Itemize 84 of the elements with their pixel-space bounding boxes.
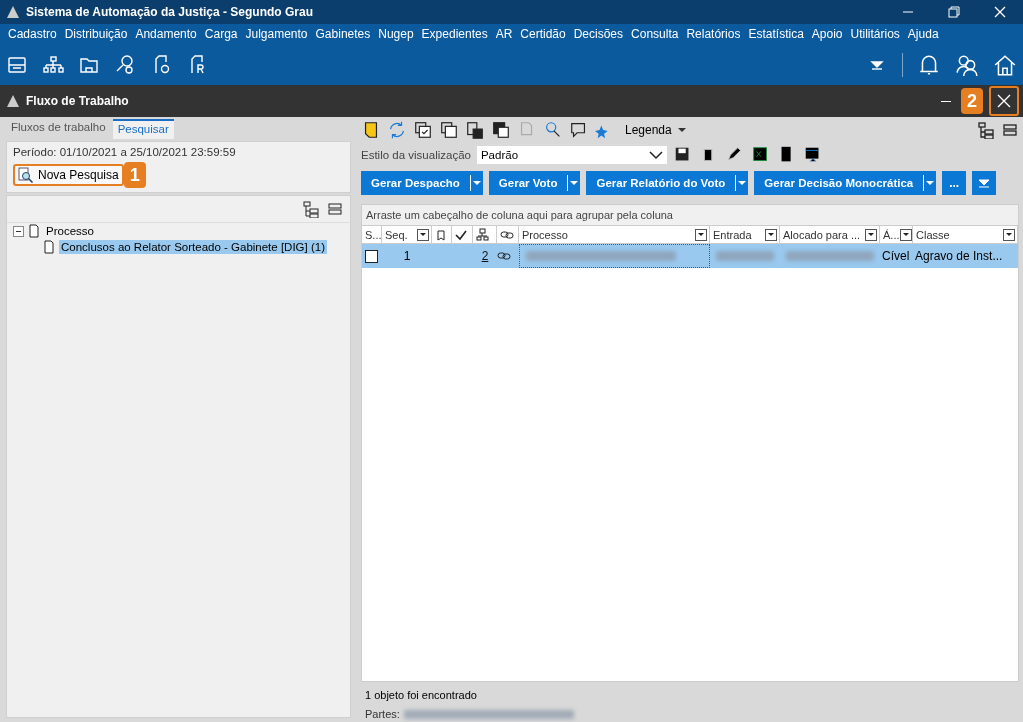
count-link[interactable]: 2	[473, 249, 497, 263]
action-button[interactable]: Gerar Relatório do Voto	[586, 171, 749, 195]
menu-item[interactable]: Certidão	[516, 27, 570, 41]
caret-icon[interactable]	[648, 150, 663, 160]
table-cell-text: Agravo de Inst...	[914, 249, 1004, 263]
tree-item[interactable]: Processo	[44, 224, 96, 238]
callout-badge: 2	[961, 88, 983, 114]
list-view-icon[interactable]	[1001, 121, 1019, 139]
close-icon	[997, 94, 1011, 108]
tab[interactable]: Pesquisar	[112, 119, 174, 139]
menu-item[interactable]: Julgamento	[241, 27, 312, 41]
period-text: Período: 01/10/2021 a 25/10/2021 23:59:59	[13, 146, 237, 158]
new-search-button[interactable]: Nova Pesquisa	[13, 164, 124, 186]
column-header[interactable]: Á...	[883, 228, 900, 241]
filter-button[interactable]	[417, 228, 429, 241]
menu-item[interactable]: Nugep	[374, 27, 418, 41]
action-button[interactable]: Gerar Decisão Monocrática	[754, 171, 937, 195]
column-header[interactable]: Entrada	[713, 228, 752, 241]
parts-label: Partes:	[365, 708, 400, 720]
menu-item[interactable]: Consulta	[627, 27, 683, 41]
menu-item[interactable]: Distribuição	[60, 27, 132, 41]
collapse-icon[interactable]	[13, 225, 24, 237]
link-icon[interactable]	[497, 249, 511, 263]
callout-badge: 1	[123, 162, 146, 188]
dropdown-icon	[978, 177, 991, 189]
close-button[interactable]	[989, 86, 1019, 116]
refresh-icon[interactable]	[387, 120, 407, 140]
menu-item[interactable]: Andamento	[131, 27, 201, 41]
menu-item[interactable]: Expedientes	[417, 27, 492, 41]
checked-windows-icon[interactable]	[413, 120, 433, 140]
row-checkbox[interactable]	[365, 249, 378, 263]
filter-button[interactable]	[695, 228, 707, 241]
menu-item[interactable]: Relatórios	[682, 27, 745, 41]
app-logo-icon	[6, 5, 20, 19]
view-style-label: Estilo da visualização	[361, 149, 471, 161]
windows-icon[interactable]	[439, 120, 459, 140]
legend-menu[interactable]: Legenda	[625, 123, 672, 137]
document-icon[interactable]	[43, 240, 55, 254]
menu-item[interactable]: Estatística	[744, 27, 808, 41]
table-cell-text: Cível	[881, 249, 911, 263]
more-button[interactable]: ...	[942, 171, 967, 195]
app-logo-icon	[6, 94, 20, 108]
menu-item[interactable]: Decisões	[569, 27, 628, 41]
clipboard-save-icon[interactable]	[465, 120, 485, 140]
filter-button[interactable]	[899, 228, 912, 241]
column-header[interactable]: Classe	[916, 228, 950, 241]
window-title: Sistema de Automação da Justiça - Segundo Grau	[26, 5, 313, 19]
tree-view-icon[interactable]	[977, 121, 995, 139]
table-cell-text: 1	[402, 249, 412, 263]
menu-item[interactable]: Carga	[200, 27, 242, 41]
bookmark-icon[interactable]	[435, 228, 447, 241]
status-text: 1 objeto foi encontrado	[364, 688, 478, 701]
menu-item[interactable]: Ajuda	[903, 27, 943, 41]
view-style-select[interactable]: Padrão	[476, 146, 667, 164]
tree-view-icon[interactable]	[302, 200, 320, 218]
document-icon[interactable]	[28, 224, 40, 238]
menu-item[interactable]: Apoio	[807, 27, 847, 41]
filter-button[interactable]	[865, 228, 877, 241]
menu-item[interactable]: Cadastro	[4, 27, 61, 41]
tree-item[interactable]: Conclusos ao Relator Sorteado - Gabinete [DIG] (1)	[59, 240, 327, 254]
dropdown-button[interactable]	[972, 171, 997, 195]
search-settings-icon[interactable]	[114, 53, 136, 76]
filter-button[interactable]	[765, 228, 777, 241]
panel-title: Fluxo de Trabalho	[26, 94, 129, 108]
minimize-icon[interactable]	[941, 100, 951, 102]
group-hint: Arraste um cabeçalho de coluna aqui para agrupar pela coluna	[362, 205, 1018, 225]
search-icon	[18, 167, 34, 183]
table-row[interactable]: 1 2 Cível Agravo de Inst...	[362, 244, 1018, 268]
column-header[interactable]: Alocado para ...	[783, 228, 861, 241]
column-header[interactable]: Seq.	[385, 228, 408, 241]
blurred-text	[716, 251, 774, 261]
hierarchy-icon[interactable]	[42, 53, 64, 76]
column-header[interactable]: Processo	[522, 228, 568, 241]
menu-item[interactable]: AR	[491, 27, 517, 41]
menu-item[interactable]: Gabinetes	[311, 27, 375, 41]
action-button[interactable]: Gerar Voto	[488, 171, 581, 195]
column-header[interactable]: S...	[365, 228, 381, 241]
save-copy-icon[interactable]	[491, 120, 511, 140]
menu-item[interactable]: Utilitários	[846, 27, 904, 41]
action-button[interactable]: Gerar Despacho	[361, 171, 483, 195]
checkmark-icon[interactable]	[455, 228, 467, 241]
list-view-icon[interactable]	[326, 200, 344, 218]
filter-button[interactable]	[1003, 228, 1015, 241]
hierarchy-icon[interactable]	[476, 227, 490, 242]
